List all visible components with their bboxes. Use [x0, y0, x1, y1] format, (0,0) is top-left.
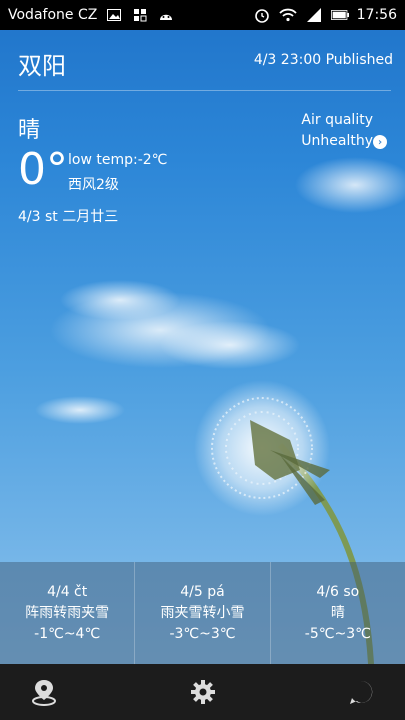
alarm-icon [253, 7, 271, 23]
forecast-strip: 4/4 čt 阵雨转雨夹雪 -1℃~4℃ 4/5 pá 雨夹雪转小雪 -3℃~3… [0, 562, 405, 664]
forecast-day[interactable]: 4/6 so 晴 -5℃~3℃ [271, 562, 405, 664]
forecast-day[interactable]: 4/5 pá 雨夹雪转小雪 -3℃~3℃ [135, 562, 271, 664]
location-button[interactable] [28, 676, 60, 708]
alert-icon [350, 680, 373, 704]
android-icon [157, 7, 175, 23]
forecast-condition: 雨夹雪转小雪 [160, 605, 245, 621]
city-name[interactable]: 双阳 [18, 46, 66, 81]
clouds [35, 157, 405, 424]
alert-button[interactable] [345, 676, 377, 708]
current-temperature: 0° [18, 144, 68, 195]
chevron-right-icon[interactable]: › [373, 135, 387, 149]
divider [18, 90, 391, 91]
air-quality-label[interactable]: Air quality [301, 112, 373, 128]
apps-icon [131, 7, 149, 23]
location-icon [32, 680, 56, 706]
bottom-toolbar [0, 664, 405, 720]
low-temperature: low temp:-2℃ [68, 152, 168, 168]
air-quality-value[interactable]: Unhealthy [301, 133, 373, 149]
signal-icon [305, 7, 323, 23]
wind-info: 西风2级 [68, 177, 119, 193]
image-icon [105, 7, 123, 23]
forecast-condition: 阵雨转雨夹雪 [25, 605, 110, 621]
status-bar: Vodafone CZ 17:56 [0, 0, 405, 30]
forecast-temp: -3℃~3℃ [169, 626, 236, 642]
current-date: 4/3 st 二月廿三 [18, 209, 119, 225]
forecast-temp: -1℃~4℃ [34, 626, 101, 642]
forecast-date: 4/6 so [316, 584, 360, 600]
settings-button[interactable] [187, 676, 219, 708]
current-condition: 晴 [18, 118, 41, 143]
forecast-date: 4/5 pá [180, 584, 225, 600]
clock-time: 17:56 [356, 7, 397, 23]
published-time: 4/3 23:00 Published [253, 52, 393, 68]
carrier-label: Vodafone CZ [8, 7, 98, 23]
settings-gear-icon [190, 680, 215, 704]
forecast-date: 4/4 čt [47, 584, 88, 600]
wifi-icon [278, 7, 297, 23]
forecast-day[interactable]: 4/4 čt 阵雨转雨夹雪 -1℃~4℃ [0, 562, 136, 664]
header: 双阳 4/3 23:00 Published [0, 30, 405, 92]
forecast-temp: -5℃~3℃ [304, 626, 371, 642]
forecast-condition: 晴 [330, 605, 345, 621]
battery-icon [330, 7, 349, 23]
